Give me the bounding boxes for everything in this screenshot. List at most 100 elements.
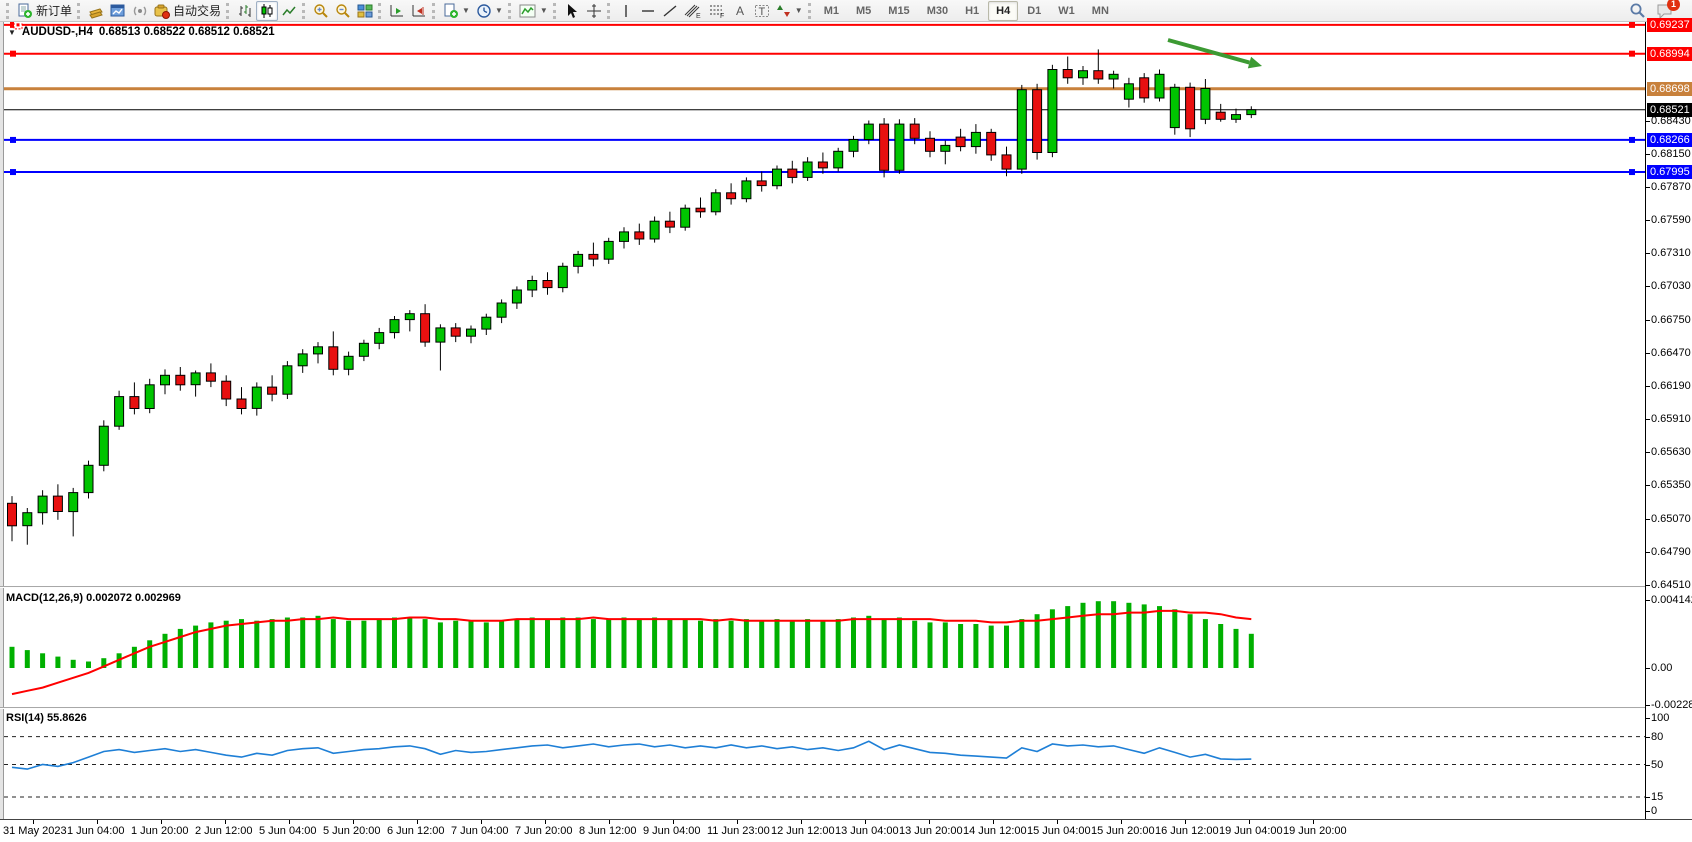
candle xyxy=(1216,112,1225,119)
timeframe-button-m5[interactable]: M5 xyxy=(848,1,879,21)
time-label: 13 Jun 04:00 xyxy=(835,825,899,837)
indicators-dropdown-button[interactable]: ▼ xyxy=(516,1,551,21)
trend-arrow[interactable] xyxy=(1168,40,1249,63)
macd-histogram-bar xyxy=(407,618,412,669)
axis-tick xyxy=(1646,600,1650,601)
fibonacci-tool-button[interactable]: F xyxy=(705,1,729,21)
price-tick-label: 0.67310 xyxy=(1651,247,1691,259)
time-label: 15 Jun 04:00 xyxy=(1027,825,1091,837)
toolbar-grip[interactable] xyxy=(226,3,230,19)
macd-histogram-bar xyxy=(316,616,321,668)
crosshair-tool-button[interactable] xyxy=(583,1,605,21)
candlestick-mode-button[interactable] xyxy=(256,1,278,21)
timeframe-button-mn[interactable]: MN xyxy=(1084,1,1117,21)
timeframe-button-h1[interactable]: H1 xyxy=(957,1,987,21)
toolbar-grip[interactable] xyxy=(808,3,812,19)
ohlc-values: 0.68513 0.68522 0.68512 0.68521 xyxy=(99,26,275,38)
line-handle[interactable] xyxy=(1629,51,1635,57)
candle xyxy=(1201,89,1210,120)
new-chart-dropdown-button[interactable]: ▼ xyxy=(440,1,473,21)
svg-text:T: T xyxy=(758,6,765,18)
candle xyxy=(1232,115,1241,120)
arrows-icon xyxy=(776,3,792,19)
macd-histogram-bar xyxy=(40,653,45,668)
new-order-label: 新订单 xyxy=(36,2,72,19)
toolbar-grip[interactable] xyxy=(508,3,512,19)
timeframe-button-d1[interactable]: D1 xyxy=(1019,1,1049,21)
line-handle[interactable] xyxy=(1629,137,1635,143)
text-tool-button[interactable]: A xyxy=(729,1,751,21)
vertical-line-tool-button[interactable] xyxy=(615,1,637,21)
chart-shift-button[interactable] xyxy=(408,1,430,21)
chart-window-button[interactable] xyxy=(107,1,129,21)
candle xyxy=(375,333,384,344)
line-chart-mode-button[interactable] xyxy=(278,1,300,21)
toolbar-grip[interactable] xyxy=(6,3,10,19)
signals-button[interactable] xyxy=(129,1,151,21)
macd-pane[interactable] xyxy=(4,589,1645,706)
toolbar-grip[interactable] xyxy=(432,3,436,19)
notifications-button[interactable]: 1 xyxy=(1656,3,1674,19)
time-tick xyxy=(1121,820,1122,824)
timeframe-button-w1[interactable]: W1 xyxy=(1050,1,1083,21)
auto-trading-button[interactable]: 自动交易 xyxy=(151,1,224,21)
chart-expander-icon[interactable]: ▼ xyxy=(8,28,16,37)
text-label-tool-button[interactable]: T xyxy=(751,1,773,21)
zoom-in-button[interactable] xyxy=(310,1,332,21)
price-chart-pane[interactable] xyxy=(4,22,1645,586)
timeframe-button-m1[interactable]: M1 xyxy=(816,1,847,21)
candle xyxy=(99,426,108,465)
line-handle[interactable] xyxy=(10,169,16,175)
new-order-button[interactable]: 新订单 xyxy=(14,1,75,21)
line-handle[interactable] xyxy=(10,51,16,57)
auto-trading-icon xyxy=(154,3,170,19)
candle xyxy=(467,329,476,336)
rsi-pane[interactable] xyxy=(4,709,1645,817)
market-watch-button[interactable] xyxy=(85,1,107,21)
trendline-tool-button[interactable] xyxy=(659,1,681,21)
candle xyxy=(206,373,215,381)
macd-histogram-bar xyxy=(514,619,519,668)
bar-chart-mode-button[interactable] xyxy=(234,1,256,21)
pane-separator[interactable] xyxy=(0,586,1692,588)
time-label: 5 Jun 20:00 xyxy=(323,825,381,837)
vertical-line-icon xyxy=(619,3,633,19)
candle xyxy=(987,132,996,155)
timeframe-button-m15[interactable]: M15 xyxy=(880,1,917,21)
auto-scroll-button[interactable] xyxy=(386,1,408,21)
zoom-out-button[interactable] xyxy=(332,1,354,21)
arrows-dropdown-button[interactable]: ▼ xyxy=(773,1,806,21)
macd-histogram-bar xyxy=(637,619,642,668)
line-handle[interactable] xyxy=(1629,22,1635,28)
price-axis[interactable]: 0.684300.681500.678700.675900.673100.670… xyxy=(1645,22,1692,819)
line-handle[interactable] xyxy=(10,137,16,143)
rsi-tick-label: 50 xyxy=(1651,759,1663,771)
cursor-tool-button[interactable] xyxy=(561,1,583,21)
horizontal-line-tool-button[interactable] xyxy=(637,1,659,21)
timeframe-button-m30[interactable]: M30 xyxy=(919,1,956,21)
axis-tick xyxy=(1646,668,1650,669)
axis-tick xyxy=(1646,452,1650,453)
toolbar-grip[interactable] xyxy=(607,3,611,19)
candle xyxy=(604,241,613,259)
line-handle[interactable] xyxy=(1629,169,1635,175)
candle xyxy=(237,399,246,409)
candle xyxy=(818,162,827,168)
symbol-period-label: AUDUSD-,H4 xyxy=(22,26,93,38)
toolbar-grip[interactable] xyxy=(378,3,382,19)
periods-dropdown-button[interactable]: ▼ xyxy=(473,1,506,21)
equidistant-channel-tool-button[interactable]: E xyxy=(681,1,705,21)
candle xyxy=(1124,84,1133,99)
timeframe-button-h4[interactable]: H4 xyxy=(988,1,1018,21)
axis-tick xyxy=(1646,419,1650,420)
toolbar-grip[interactable] xyxy=(553,3,557,19)
toolbar-grip[interactable] xyxy=(302,3,306,19)
line-chart-icon xyxy=(281,3,297,19)
axis-tick xyxy=(1646,154,1650,155)
candle xyxy=(543,281,552,288)
time-axis[interactable]: 31 May 20231 Jun 04:001 Jun 20:002 Jun 1… xyxy=(0,819,1692,842)
toolbar-grip[interactable] xyxy=(77,3,81,19)
search-icon[interactable] xyxy=(1629,2,1646,19)
time-label: 5 Jun 04:00 xyxy=(259,825,317,837)
tile-windows-button[interactable] xyxy=(354,1,376,21)
